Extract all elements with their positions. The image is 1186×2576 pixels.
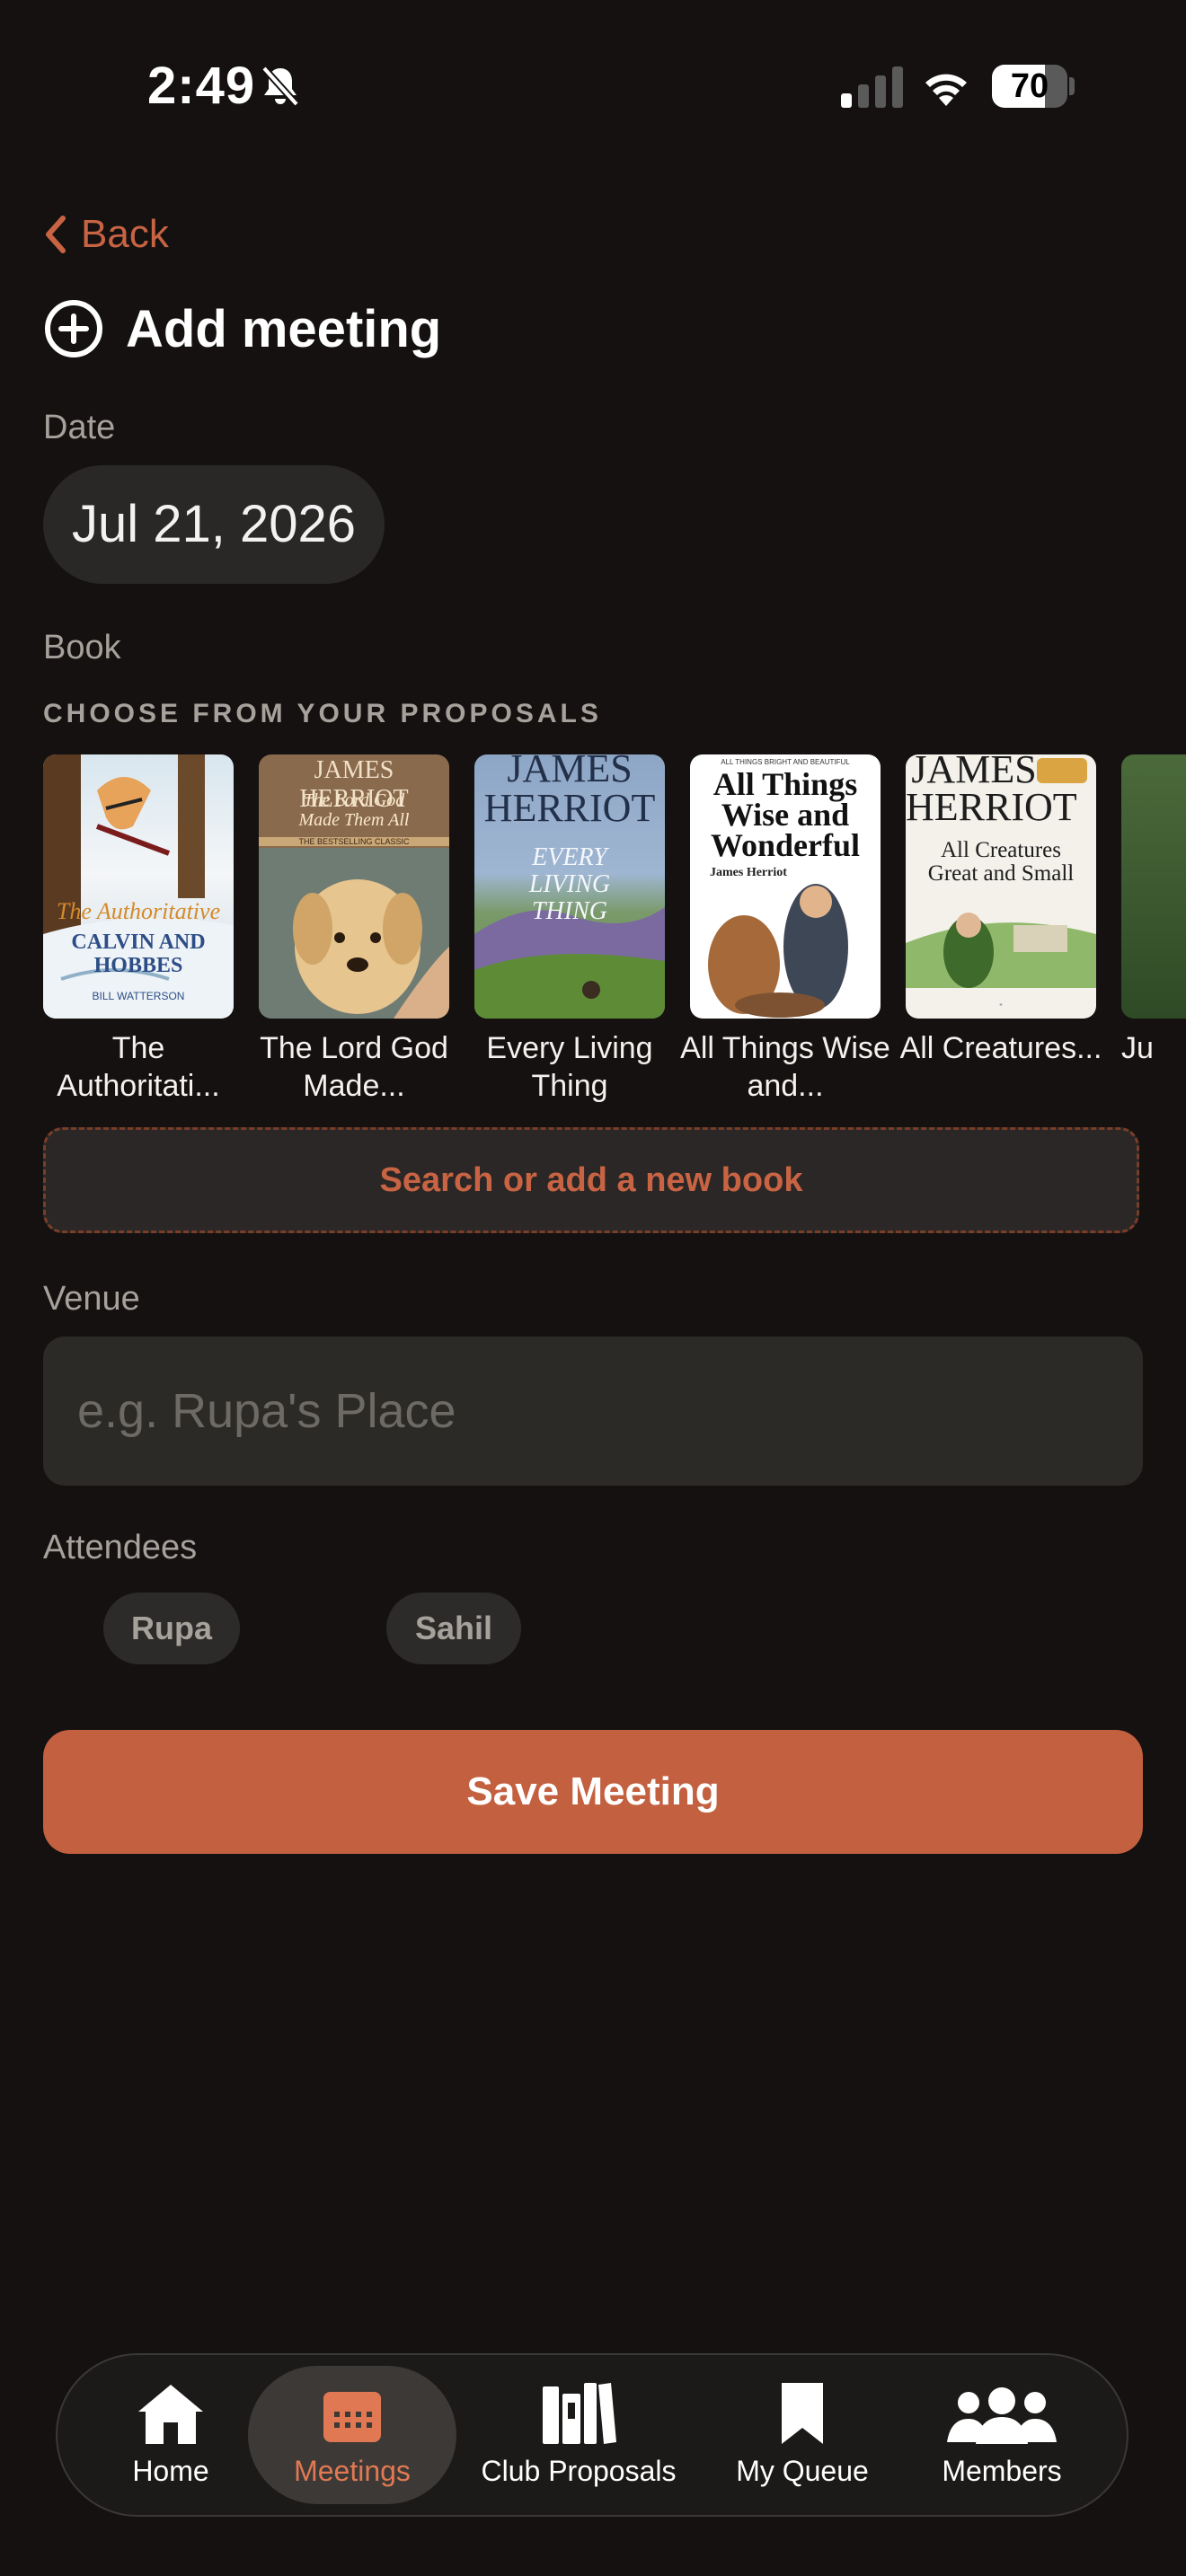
chevron-left-icon [46, 216, 66, 253]
book-title: All Things Wise and... [680, 1031, 890, 1103]
books-icon [543, 2383, 616, 2444]
book-label: Book [43, 629, 121, 666]
attendee-chip-rupa[interactable]: Rupa [103, 1592, 240, 1664]
book-cover: JAMES HERRIOT All Creatures Great and Sm… [906, 754, 1096, 1019]
page-header: Add meeting [43, 298, 441, 359]
tab-label: Club Proposals [481, 2455, 677, 2487]
calendar-icon [323, 2392, 381, 2442]
wifi-icon [925, 74, 967, 106]
tab-my-queue[interactable]: My Queue [726, 2355, 879, 2515]
tab-meetings[interactable]: Meetings [248, 2366, 456, 2504]
venue-label: Venue [43, 1280, 140, 1318]
book-title: All Creatures... [899, 1031, 1102, 1065]
book-title: Every Living Thing [486, 1031, 653, 1103]
battery-indicator: 70 [992, 65, 1075, 108]
book-title: The Authoritati... [57, 1031, 220, 1103]
tab-label: Meetings [294, 2455, 411, 2487]
book-cover: The Authoritative CALVIN AND HOBBES BILL… [43, 754, 234, 1019]
save-meeting-button[interactable]: Save Meeting [43, 1730, 1143, 1854]
attendee-chip-sahil[interactable]: Sahil [386, 1592, 521, 1664]
back-button[interactable]: Back [43, 203, 169, 266]
back-label: Back [81, 212, 169, 256]
page-title: Add meeting [126, 299, 442, 358]
date-label: Date [43, 409, 116, 446]
date-picker[interactable]: Jul 21, 2026 [43, 465, 385, 584]
book-card[interactable]: Ju [1121, 754, 1186, 1067]
book-cover [1121, 754, 1186, 1019]
tab-club-proposals[interactable]: Club Proposals [471, 2355, 686, 2515]
tab-bar: Home Meetings Club Proposals My Queue Me… [56, 2353, 1128, 2517]
house-icon [138, 2385, 203, 2444]
plus-circle-icon [45, 300, 102, 357]
book-card[interactable]: JAMES HERRIOT All Creatures Great and Sm… [900, 754, 1102, 1067]
book-card[interactable]: JAMES HERRIOT The Lord God Made Them All… [259, 754, 449, 1105]
bookmark-icon [782, 2383, 823, 2444]
book-card[interactable]: JAMES HERRIOT EVERY LIVING THING Every L… [474, 754, 665, 1105]
book-title: The Lord God Made... [260, 1031, 448, 1103]
book-carousel[interactable]: The Authoritative CALVIN AND HOBBES BILL… [43, 754, 1186, 1105]
venue-input[interactable] [43, 1337, 1143, 1486]
tab-label: Home [132, 2455, 209, 2487]
tab-label: Members [942, 2455, 1062, 2487]
cellular-signal-icon [841, 66, 903, 108]
book-card[interactable]: The Authoritative CALVIN AND HOBBES BILL… [43, 754, 234, 1105]
proposals-heading: CHOOSE FROM YOUR PROPOSALS [43, 699, 602, 728]
attendees-label: Attendees [43, 1529, 198, 1566]
tab-members[interactable]: Members [925, 2355, 1078, 2515]
book-cover: ALL THINGS BRIGHT AND BEAUTIFUL All Thin… [690, 754, 881, 1019]
book-cover: JAMES HERRIOT EVERY LIVING THING [474, 754, 665, 1019]
tab-home[interactable]: Home [108, 2355, 234, 2515]
status-time: 2:49 [147, 57, 256, 115]
people-icon [947, 2387, 1057, 2444]
bell-slash-icon [261, 66, 299, 107]
tab-label: My Queue [736, 2455, 869, 2487]
book-cover: JAMES HERRIOT The Lord God Made Them All… [259, 754, 449, 1019]
battery-percent: 70 [1010, 67, 1049, 105]
book-title: Ju [1121, 1031, 1154, 1065]
book-card[interactable]: ALL THINGS BRIGHT AND BEAUTIFUL All Thin… [680, 754, 890, 1105]
search-add-book-button[interactable]: Search or add a new book [43, 1127, 1139, 1233]
